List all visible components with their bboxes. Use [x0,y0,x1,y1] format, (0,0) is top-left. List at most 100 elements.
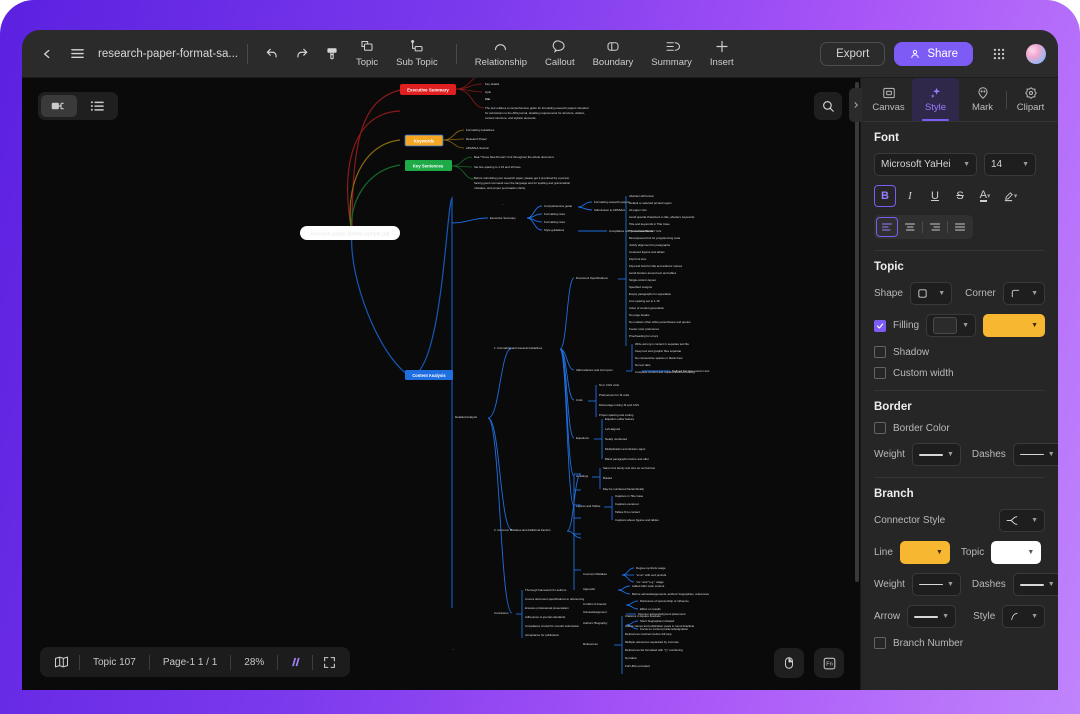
strikethrough-button[interactable]: S [949,185,971,207]
fill-swatch-preview [933,317,958,334]
svg-text:Avoid borders around text and: Avoid borders around text and tables [629,271,677,275]
canvas-vertical-scrollbar[interactable] [855,82,859,582]
border-weight-select[interactable]: ▼ [911,443,961,466]
svg-text:Thorough framework for authors: Thorough framework for authors [525,588,567,592]
hamburger-menu-icon[interactable] [62,39,92,69]
clipart-icon [1024,87,1037,99]
connector-style-select[interactable]: ▼ [999,509,1045,532]
svg-text:No page breaks: No page breaks [629,313,650,317]
tool-summary[interactable]: Summary [642,39,701,68]
check-icon [876,322,884,329]
mindmap-node-keywords[interactable]: Keywords [404,134,444,147]
corner-select[interactable]: ▼ [1002,282,1045,305]
svg-text:Content Analysis: Content Analysis [412,373,446,378]
svg-text:Common Mistakes: Common Mistakes [583,572,607,576]
svg-text:Defined first time used in tex: Defined first time used in text [672,369,709,373]
tab-mark[interactable]: Mark [959,78,1006,121]
mindmap-root-node[interactable]: research-paper-format-sample.pdf [300,226,400,240]
svg-text:Default or selected printed re: Default or selected printed region [629,201,672,205]
arrow-select[interactable]: ▼ [907,605,957,628]
svg-text:No notation other white parent: No notation other white parentheses and … [629,320,691,324]
share-button[interactable]: Share [894,41,973,66]
view-mode-toggle[interactable] [38,92,118,120]
format-painter-icon[interactable] [317,39,347,69]
undo-icon[interactable] [257,39,287,69]
tab-style[interactable]: Style [912,78,959,121]
map-overview-icon[interactable] [44,656,79,668]
filling-color-select[interactable]: ▼ [983,314,1045,337]
panel-collapse-button[interactable] [849,88,862,122]
brand-logo-icon[interactable] [278,655,312,669]
font-color-button[interactable]: A ▾ [974,185,996,207]
separator [922,221,923,233]
back-icon[interactable] [32,39,62,69]
tool-boundary[interactable]: Boundary [584,39,643,68]
tool-topic[interactable]: Topic [347,39,387,68]
mindmap-canvas[interactable]: .l-red{stroke:#8c1a1a;fill:none;stroke-w… [22,78,860,690]
page-indicator[interactable]: Page-1 1 / 1 [150,657,230,668]
filling-row: Filling ▼ ▼ [874,314,1045,337]
custom-width-checkbox[interactable] [874,367,886,379]
tool-relationship[interactable]: Relationship [466,39,536,68]
shape-select[interactable]: ▼ [909,282,953,305]
branch-number-checkbox[interactable] [874,637,886,649]
topic-count: Topic 107 [93,656,136,668]
svg-text:Write acronym content in separ: Write acronym content in separate text f… [635,342,689,346]
filling-checkbox[interactable] [874,319,886,332]
branch-topic-color-select[interactable]: ▼ [991,541,1042,564]
fn-key-icon[interactable]: Fn [814,648,844,678]
align-center-icon[interactable] [899,217,921,237]
svg-text:Centered figures and tables: Centered figures and tables [629,250,665,254]
border-dashes-select[interactable]: ▼ [1012,443,1058,466]
align-left-icon[interactable] [876,217,898,237]
border-color-checkbox[interactable] [874,422,886,434]
fullscreen-icon[interactable] [313,656,346,669]
boundary-icon [607,42,619,51]
tool-insert[interactable]: Insert [701,39,743,68]
bold-button[interactable]: B [874,185,896,207]
filling-swatch-select[interactable]: ▼ [926,314,977,337]
mindmap-node-key-sentences[interactable]: Key Sentences [405,160,452,171]
line-color-select[interactable]: ▼ [899,541,950,564]
corner-label: Corner [965,288,996,299]
italic-button[interactable]: I [899,185,921,207]
search-button[interactable] [814,92,842,120]
tab-clipart[interactable]: Clipart [1007,78,1054,121]
outline-view-icon[interactable] [79,95,115,117]
branch-style-select[interactable]: ▼ [1002,605,1045,628]
align-justify-icon[interactable] [949,217,971,237]
svg-text:Short biographies included: Short biographies included [640,619,675,623]
font-row: Microsoft YaHei ▼ 14 ▼ [874,153,1045,176]
font-family-select[interactable]: Microsoft YaHei ▼ [874,153,977,176]
branch-weight-select[interactable]: ▼ [911,573,961,596]
redo-icon[interactable] [287,39,317,69]
mindmap-view-icon[interactable] [41,95,77,117]
grid-apps-icon[interactable] [984,39,1014,69]
svg-text:Specified margins: Specified margins [629,285,653,289]
underline-button[interactable]: U [924,185,946,207]
mindmap-node-content-analysis[interactable]: Content Analysis [405,370,453,380]
svg-text:Keep text and graphic files se: Keep text and graphic files separate [635,349,682,353]
export-button[interactable]: Export [820,41,886,66]
svg-text:Captions above figures and tab: Captions above figures and tables [615,518,659,522]
branch-dashes-select[interactable]: ▼ [1012,573,1058,596]
branch-style-label: Style [973,611,996,622]
highlight-button[interactable]: ▾ [999,185,1021,207]
align-right-icon[interactable] [924,217,946,237]
zoom-level[interactable]: 28% [231,657,277,668]
arrow-label: Arrow [874,611,901,622]
svg-text:Conclusion: Conclusion [494,611,509,615]
mouse-mode-icon[interactable] [774,648,804,678]
tool-topic-label: Topic [355,57,379,68]
tool-sub-topic[interactable]: Sub Topic [387,39,447,68]
svg-text:Abstract still format: Abstract still format [629,194,654,198]
chevron-down-icon: ▼ [1047,581,1055,588]
border-heading: Border [874,401,912,413]
shadow-checkbox[interactable] [874,346,886,358]
tool-callout[interactable]: Callout [536,39,584,68]
font-size-select[interactable]: 14 ▼ [984,153,1036,176]
tab-canvas[interactable]: Canvas [865,78,912,121]
mindmap-node-executive-summary[interactable]: Executive Summary [400,84,456,95]
document-title[interactable]: research-paper-format-sa... [98,48,238,60]
user-avatar[interactable] [1026,43,1046,64]
